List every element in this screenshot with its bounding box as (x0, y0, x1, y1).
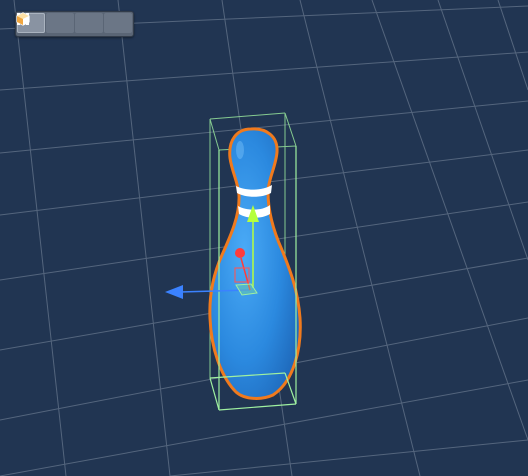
3d-viewport[interactable] (0, 0, 528, 476)
bowling-pin[interactable] (208, 127, 302, 400)
scene-canvas[interactable] (0, 0, 528, 476)
bounding-box-button[interactable] (17, 13, 74, 33)
gizmo-z-arrow-icon[interactable] (165, 285, 183, 299)
cube-shaded-icon (17, 13, 29, 25)
view-mode-toolbar (15, 11, 134, 37)
wireframe-cube-button[interactable] (16, 12, 103, 33)
gizmo-x-handle[interactable] (235, 248, 245, 258)
shaded-cube-button[interactable] (17, 13, 132, 33)
